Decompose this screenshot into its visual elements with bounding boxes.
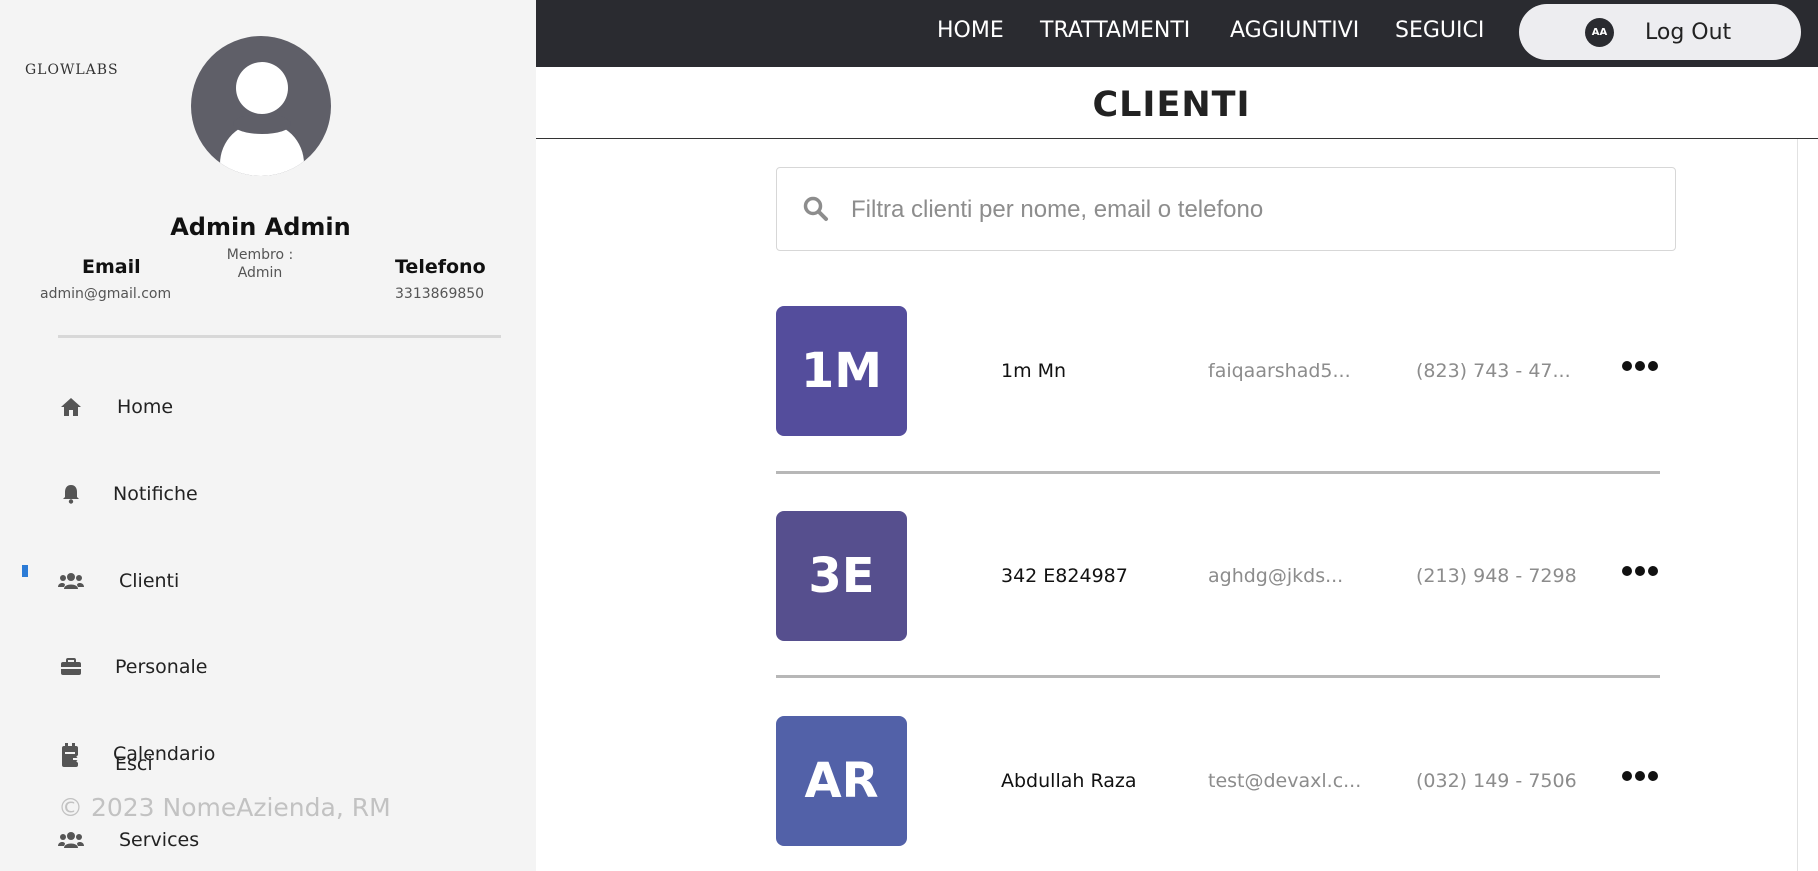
- sidebar-item-services[interactable]: Services: [58, 825, 199, 855]
- more-options-icon[interactable]: [1622, 361, 1658, 371]
- sidebar-item-label: Services: [119, 829, 200, 851]
- sidebar-item-label: Notifiche: [113, 483, 198, 505]
- client-phone: (823) 743 - 47...: [1416, 360, 1571, 382]
- client-row[interactable]: 1M 1m Mn faiqaarshad5... (823) 743 - 47.…: [776, 306, 1659, 436]
- search-box[interactable]: [776, 167, 1676, 251]
- row-divider: [776, 675, 1660, 678]
- bell-icon: [58, 483, 84, 505]
- client-initials-tile[interactable]: 1M: [776, 306, 907, 436]
- page-title: CLIENTI: [1092, 85, 1251, 125]
- brand-logo: GLOWLABS: [25, 62, 119, 78]
- client-email: test@devaxl.c...: [1208, 770, 1362, 792]
- nav-link-home[interactable]: HOME: [937, 18, 1004, 43]
- more-options-icon[interactable]: [1622, 566, 1658, 576]
- active-indicator: [22, 565, 28, 577]
- client-initials-tile[interactable]: 3E: [776, 511, 907, 641]
- sidebar-item-label: Home: [117, 396, 174, 418]
- sidebar-item-personale[interactable]: Personale: [58, 652, 207, 682]
- sidebar-item-notifiche[interactable]: Notifiche: [58, 479, 198, 509]
- client-name: Abdullah Raza: [1001, 770, 1137, 792]
- home-icon: [58, 396, 84, 418]
- sidebar: GLOWLABS Admin Admin Email admin@gmail.c…: [0, 0, 536, 871]
- sidebar-item-home[interactable]: Home: [58, 392, 173, 422]
- member-info: Membro : Admin: [200, 246, 320, 282]
- client-phone: (032) 149 - 7506: [1416, 770, 1577, 792]
- client-phone: (213) 948 - 7298: [1416, 565, 1577, 587]
- email-label: Email: [82, 256, 141, 278]
- client-row[interactable]: 3E 342 E824987 aghdg@jkds... (213) 948 -…: [776, 511, 1659, 641]
- nav-link-trattamenti[interactable]: TRATTAMENTI: [1040, 18, 1190, 43]
- client-name: 342 E824987: [1001, 565, 1128, 587]
- client-name: 1m Mn: [1001, 360, 1067, 382]
- client-initials-tile[interactable]: AR: [776, 716, 907, 846]
- briefcase-icon: [58, 656, 84, 678]
- search-icon: [803, 196, 829, 226]
- nav-link-aggiuntivi[interactable]: AGGIUNTIVI: [1230, 18, 1359, 43]
- content-border: [1797, 139, 1798, 871]
- client-email: faiqaarshad5...: [1208, 360, 1351, 382]
- search-input[interactable]: [849, 188, 1649, 232]
- member-value: Admin: [237, 265, 283, 281]
- page-header: CLIENTI: [536, 67, 1818, 139]
- phone-label: Telefono: [395, 256, 486, 278]
- sidebar-item-label: Personale: [115, 656, 208, 678]
- user-avatar-icon: [191, 36, 331, 176]
- row-divider: [776, 471, 1660, 474]
- logout-button[interactable]: AA Log Out: [1519, 4, 1801, 60]
- member-label: Membro :: [226, 247, 294, 263]
- more-options-icon[interactable]: [1622, 771, 1658, 781]
- client-email: aghdg@jkds...: [1208, 565, 1344, 587]
- user-initials-avatar: AA: [1585, 18, 1614, 47]
- logout-link[interactable]: Esci: [58, 743, 153, 775]
- calendar-exit-icon: [58, 743, 84, 767]
- users-icon: [58, 570, 84, 592]
- nav-link-seguici[interactable]: SEGUICI: [1395, 18, 1484, 43]
- copyright-footer: © 2023 NomeAzienda, RM: [58, 793, 391, 822]
- users-icon: [58, 829, 84, 851]
- sidebar-divider: [58, 335, 501, 338]
- user-name: Admin Admin: [170, 213, 351, 241]
- logout-button-label: Log Out: [1645, 20, 1732, 45]
- logout-link-label: Esci: [115, 753, 153, 775]
- sidebar-item-label: Clienti: [119, 570, 180, 592]
- phone-value: 3313869850: [395, 286, 485, 302]
- client-row[interactable]: AR Abdullah Raza test@devaxl.c... (032) …: [776, 716, 1659, 846]
- sidebar-item-clienti[interactable]: Clienti: [58, 566, 179, 596]
- email-value: admin@gmail.com: [40, 286, 172, 302]
